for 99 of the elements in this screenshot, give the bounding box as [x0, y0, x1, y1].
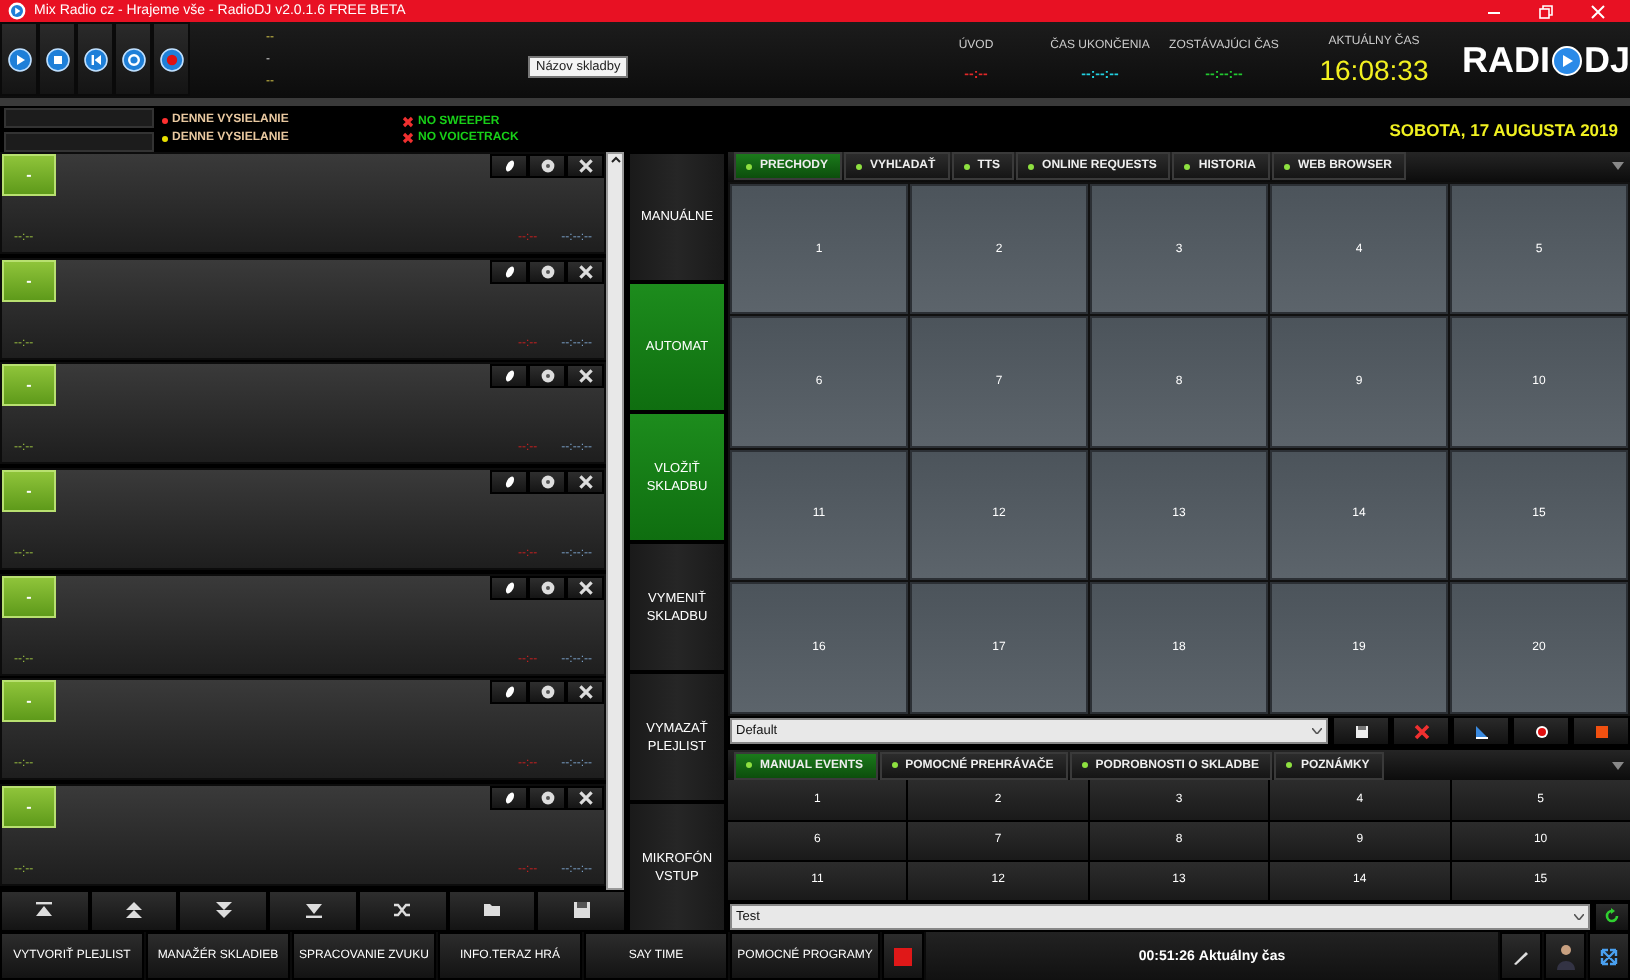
record-icon: [159, 47, 183, 71]
open-button[interactable]: [447, 889, 537, 932]
disc-icon: [539, 368, 555, 385]
disc-icon: [539, 263, 555, 280]
edit-button[interactable]: [490, 680, 528, 705]
info-button[interactable]: [528, 364, 566, 389]
record-icon: [1533, 723, 1549, 740]
edit-button[interactable]: [490, 786, 528, 811]
disc-icon: [539, 474, 555, 491]
dropdown-arrow-icon: [1612, 761, 1624, 770]
delete-icon: [1413, 723, 1429, 740]
fullscreen-button[interactable]: [1588, 932, 1630, 980]
move-down-button[interactable]: [178, 889, 269, 932]
move-bottom-button[interactable]: [268, 889, 358, 932]
info-button[interactable]: [528, 680, 566, 705]
move-top-button[interactable]: [0, 889, 90, 932]
info-button[interactable]: [528, 470, 566, 495]
edit-button[interactable]: [490, 575, 528, 600]
stop-button[interactable]: [38, 22, 76, 96]
loop-button[interactable]: [114, 22, 152, 96]
shuffle-icon: [392, 900, 413, 921]
save-button[interactable]: [536, 889, 627, 932]
pencil-icon: [501, 263, 517, 280]
error-icon: [402, 115, 414, 127]
logo-text: DJ: [1583, 39, 1630, 81]
skip-back-button[interactable]: [76, 22, 114, 96]
clock: 16:08:33: [1319, 53, 1429, 85]
logo-text: RADI: [1461, 39, 1550, 81]
app-icon: [8, 2, 26, 20]
pencil-icon: [501, 474, 517, 491]
refresh-icon: [1604, 908, 1620, 925]
stop-icon: [894, 947, 912, 965]
move-up-button[interactable]: [89, 889, 179, 932]
refresh-button[interactable]: [1594, 901, 1630, 932]
close-icon: [577, 158, 593, 174]
scroll-up-icon: [609, 154, 621, 166]
close-icon: [577, 474, 593, 491]
play-button[interactable]: [0, 22, 38, 96]
close-icon: [577, 579, 593, 596]
remove-button[interactable]: [566, 259, 604, 284]
chevron-icon: [1312, 728, 1322, 735]
dropdown-arrow-icon: [1612, 162, 1624, 171]
edit-button[interactable]: [490, 154, 528, 178]
edit-button[interactable]: [490, 364, 528, 389]
info-button[interactable]: [528, 154, 566, 178]
close-icon: [1590, 3, 1606, 19]
pencil-icon: [501, 790, 517, 807]
stop-icon: [45, 47, 69, 71]
delete-button[interactable]: [1392, 716, 1450, 747]
remove-button[interactable]: [566, 364, 604, 389]
play-icon: [7, 47, 31, 71]
user-button[interactable]: [1544, 932, 1586, 980]
stop-icon: [1593, 723, 1609, 740]
disc-icon: [539, 790, 555, 807]
shuffle-button[interactable]: [357, 889, 448, 932]
close-icon: [577, 684, 593, 701]
close-icon: [577, 790, 593, 807]
remove-button[interactable]: [566, 154, 604, 178]
pencil-icon: [501, 368, 517, 385]
text-field[interactable]: [4, 107, 154, 127]
folder-icon: [481, 900, 502, 921]
record-button[interactable]: [152, 22, 190, 96]
skip-back-icon: [83, 47, 107, 71]
disc-icon: [539, 684, 555, 701]
pencil-icon: [501, 579, 517, 596]
text-field[interactable]: [4, 131, 154, 151]
save-button[interactable]: [1332, 716, 1390, 747]
top-arrow-icon: [34, 900, 55, 921]
fade-button[interactable]: [1452, 716, 1510, 747]
restore-icon: [1538, 3, 1554, 19]
expand-icon: [1600, 947, 1618, 965]
loop-icon: [121, 47, 145, 71]
error-icon: [402, 131, 414, 143]
edit-button[interactable]: [490, 259, 528, 284]
scrollbar[interactable]: [606, 152, 624, 890]
info-button[interactable]: [528, 575, 566, 600]
pen-icon: [1512, 947, 1530, 965]
close-icon: [577, 368, 593, 385]
remove-button[interactable]: [566, 786, 604, 811]
pencil-icon: [501, 158, 517, 174]
info-button[interactable]: [528, 259, 566, 284]
disc-icon: [539, 158, 555, 174]
bottom-arrow-icon: [303, 900, 324, 921]
date: SOBOTA, 17 AUGUSTA 2019: [1389, 119, 1618, 139]
user-icon: [1555, 942, 1575, 970]
edit-button[interactable]: [490, 470, 528, 495]
remove-button[interactable]: [566, 575, 604, 600]
close-icon: [577, 263, 593, 280]
play-logo-icon: [1551, 45, 1582, 75]
double-down-arrow-icon: [213, 900, 234, 921]
double-up-arrow-icon: [124, 900, 145, 921]
pencil-icon: [501, 684, 517, 701]
record-button[interactable]: [1512, 716, 1570, 747]
chevron-icon: [1574, 913, 1584, 920]
disc-icon: [539, 579, 555, 596]
info-button[interactable]: [528, 786, 566, 811]
remove-button[interactable]: [566, 470, 604, 495]
ramp-icon: [1473, 723, 1489, 740]
remove-button[interactable]: [566, 680, 604, 705]
